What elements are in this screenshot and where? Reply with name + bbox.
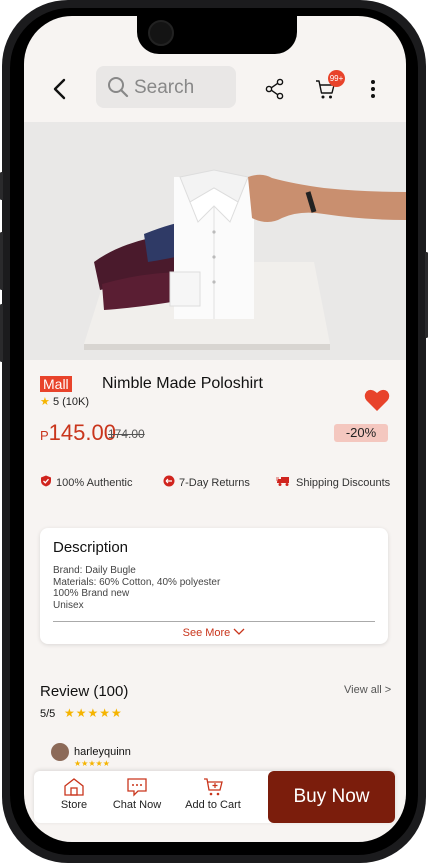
- volume-down-button: [0, 304, 3, 362]
- share-icon[interactable]: [264, 78, 286, 105]
- truck-icon: [276, 475, 292, 490]
- review-score: 5/5: [40, 708, 56, 720]
- more-options-icon[interactable]: [370, 80, 376, 101]
- price-value: 145.00: [48, 420, 116, 445]
- review-title: Review (100): [40, 683, 129, 700]
- app-screen: Search 99+ Mall Nimble Made Poloshirt ★ …: [24, 16, 406, 842]
- favorite-heart-icon[interactable]: [364, 388, 390, 417]
- divider: [53, 621, 375, 622]
- chevron-down-icon: [233, 627, 245, 639]
- cart-badge: 99+: [328, 70, 345, 87]
- search-input[interactable]: Search: [96, 66, 236, 108]
- store-button[interactable]: Store: [39, 777, 109, 811]
- front-camera: [148, 20, 174, 46]
- rating-value: 5 (10K): [52, 396, 90, 408]
- discount-badge: -20%: [334, 424, 388, 442]
- reviewer-stars: ★★★★★: [74, 759, 110, 768]
- mall-tag: Mall: [40, 376, 72, 392]
- original-price: 174.00: [108, 427, 145, 441]
- shield-icon: [40, 475, 52, 490]
- description-line: Unisex: [53, 599, 84, 611]
- avatar: [51, 743, 69, 761]
- description-title: Description: [53, 539, 129, 556]
- description-card: Description Brand: Daily Bugle Materials…: [40, 528, 388, 644]
- feature-label: 7-Day Returns: [179, 476, 250, 489]
- feature-authentic: 100% Authentic: [40, 475, 132, 490]
- reviewer-name: harleyquinn: [74, 746, 131, 758]
- mute-switch: [0, 172, 3, 200]
- search-icon: [106, 75, 130, 104]
- description-line: 100% Brand new: [53, 588, 130, 599]
- feature-label: 100% Authentic: [56, 476, 133, 489]
- chat-icon: [127, 778, 147, 797]
- feature-label: Shipping Discounts: [296, 476, 391, 489]
- description-line: Brand: Daily Bugle: [53, 565, 136, 576]
- add-to-cart-label: Add to Cart: [185, 799, 241, 811]
- back-icon[interactable]: [48, 76, 74, 102]
- return-icon: [163, 475, 175, 490]
- store-label: Store: [60, 799, 88, 811]
- add-to-cart-button[interactable]: Add to Cart: [178, 777, 248, 811]
- description-body: Brand: Daily Bugle Materials: 60% Cotton…: [53, 565, 220, 611]
- feature-shipping: Shipping Discounts: [276, 475, 390, 490]
- product-rating: ★ 5 (10K): [40, 395, 89, 408]
- view-all-link[interactable]: View all >: [344, 684, 391, 696]
- price: P145.00: [40, 420, 116, 446]
- chat-now-button[interactable]: Chat Now: [102, 777, 172, 811]
- add-to-cart-icon: [204, 778, 223, 796]
- see-more-label: See More: [182, 627, 231, 639]
- volume-up-button: [0, 232, 3, 290]
- product-image: [24, 122, 406, 360]
- star-icon: ★: [40, 396, 50, 408]
- chat-label: Chat Now: [112, 799, 162, 811]
- product-name: Nimble Made Poloshirt: [102, 375, 263, 392]
- review-stars: ★★★★★: [64, 706, 123, 720]
- see-more-button[interactable]: See More: [40, 627, 388, 639]
- buy-now-button[interactable]: Buy Now: [268, 771, 395, 823]
- currency-symbol: P: [40, 428, 49, 443]
- description-line: Materials: 60% Cotton, 40% polyester: [53, 576, 221, 588]
- search-placeholder: Search: [134, 77, 195, 98]
- bottom-action-bar: Store Chat Now Add to Cart Buy Now: [34, 771, 395, 823]
- feature-returns: 7-Day Returns: [163, 475, 250, 490]
- store-icon: [64, 778, 84, 796]
